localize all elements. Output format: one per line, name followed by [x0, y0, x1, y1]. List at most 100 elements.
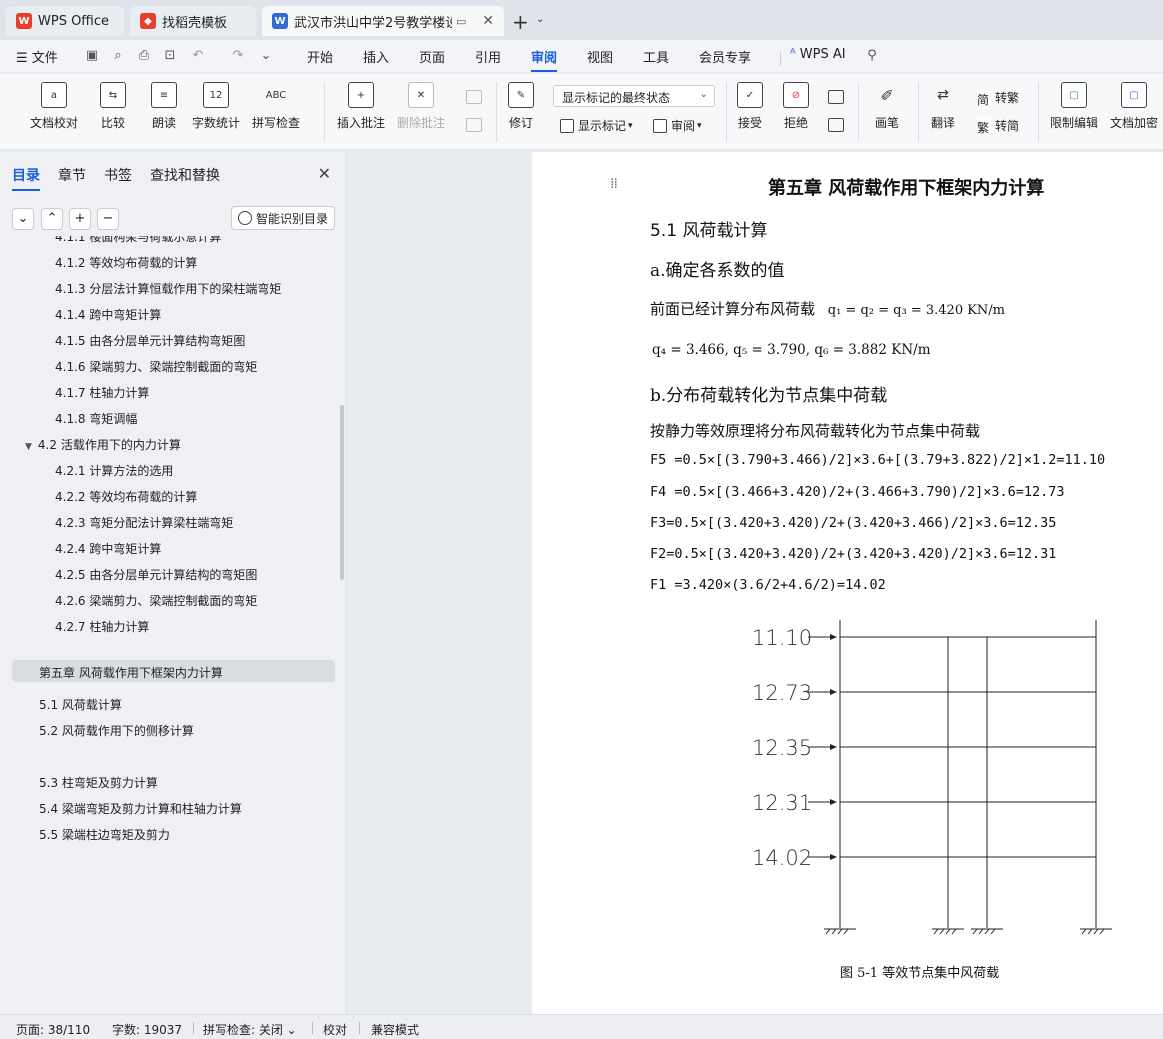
toc-item[interactable]: 4.1.6 梁端剪力、梁端控制截面的弯矩 [55, 358, 257, 375]
spell-check-status[interactable]: 拼写检查: 关闭 ⌄ [203, 1021, 297, 1038]
menu-view[interactable]: 视图 [587, 47, 613, 66]
divider [780, 52, 781, 66]
toc-item[interactable]: 4.2.7 柱轴力计算 [55, 618, 149, 635]
pen-button[interactable]: ✐ 画笔 [874, 82, 900, 131]
toc-item[interactable]: 5.2 风荷载作用下的侧移计算 [39, 722, 194, 739]
to-traditional-button[interactable]: 简 转繁 [977, 89, 1019, 107]
spell-check-button[interactable]: ABC 拼写检查 [252, 82, 300, 131]
wps-ai-button[interactable]: ᴬ WPS AI [790, 47, 846, 62]
menu-reference[interactable]: 引用 [475, 47, 501, 66]
proofread-button[interactable]: a 文档校对 [30, 82, 78, 131]
tab-sections[interactable]: 章节 [58, 165, 86, 185]
subsection-b: b.分布荷载转化为节点集中荷载 [650, 386, 888, 406]
next-comment-icon[interactable] [466, 118, 482, 132]
toc-item[interactable]: 4.1.1 楼面构架与荷载示意计算 [55, 236, 221, 245]
search-icon[interactable]: ⚲ [864, 48, 880, 64]
show-markup-button[interactable]: 显示标记 ▾ [560, 117, 633, 134]
toc-item[interactable]: 4.1.8 弯矩调幅 [55, 410, 137, 427]
toc-item[interactable]: 4.1.4 跨中弯矩计算 [55, 306, 161, 323]
status-bar: 页面: 38/110 字数: 19037 拼写检查: 关闭 ⌄ 校对 兼容模式 [0, 1014, 1163, 1039]
formula-f3: F3=0.5×[(3.420+3.420)/2+(3.420+3.466)/2]… [650, 515, 1057, 531]
tab-toc[interactable]: 目录 [12, 165, 40, 191]
save-icon[interactable]: ▣ [84, 48, 100, 64]
translate-button[interactable]: ⇄ 翻译 [930, 82, 956, 131]
toc-item[interactable]: 4.1.2 等效均布荷载的计算 [55, 254, 197, 271]
review-pane-button[interactable]: 审阅 ▾ [653, 117, 702, 134]
toc-item[interactable]: 4.2.1 计算方法的选用 [55, 462, 173, 479]
restrict-edit-button[interactable]: ▢ 限制编辑 [1050, 82, 1098, 131]
tab-document[interactable]: W 武汉市洪山中学2号教学楼设计 ▭ ✕ [262, 6, 504, 36]
close-icon[interactable]: ✕ [318, 164, 331, 183]
read-aloud-button[interactable]: ≡ 朗读 [151, 82, 177, 131]
insert-comment-button[interactable]: + 插入批注 [337, 82, 385, 131]
delete-comment-icon: ✕ [408, 82, 434, 108]
menu-tools[interactable]: 工具 [643, 47, 669, 66]
word-count-icon: 12 [203, 82, 229, 108]
chevron-down-icon[interactable]: ⌄ [536, 14, 544, 25]
collapse-up-button[interactable]: ⌃ [41, 208, 63, 230]
proofread-label: 文档校对 [30, 116, 79, 130]
file-menu[interactable]: ☰ 文件 [16, 47, 58, 66]
tab-wps-office[interactable]: W WPS Office [6, 6, 124, 36]
load-value-label: 12.73 [752, 681, 812, 705]
divider [359, 1022, 360, 1034]
previous-change-icon[interactable] [828, 90, 844, 104]
smart-toc-button[interactable]: 智能识别目录 [231, 206, 335, 230]
tab-docer-templates[interactable]: ◆ 找稻壳模板 [130, 6, 256, 36]
to-simplified-button[interactable]: 繁 转简 [977, 117, 1019, 135]
reject-button[interactable]: ⊘ 拒绝 [783, 82, 809, 131]
load-value-label: 11.10 [752, 626, 812, 650]
remove-heading-button[interactable]: − [97, 208, 119, 230]
add-heading-button[interactable]: + [69, 208, 91, 230]
word-count-button[interactable]: 12 字数统计 [192, 82, 240, 131]
toc-item[interactable]: 4.1.3 分层法计算恒载作用下的梁柱端弯矩 [55, 280, 281, 297]
tab-find-replace[interactable]: 查找和替换 [150, 165, 220, 185]
menu-member[interactable]: 会员专享 [699, 47, 751, 66]
next-change-icon[interactable] [828, 118, 844, 132]
accept-button[interactable]: ✓ 接受 [737, 82, 763, 131]
toc-item[interactable]: 4.2.2 等效均布荷载的计算 [55, 488, 197, 505]
toc-item[interactable]: 4.2.5 由各分层单元计算结构的弯矩图 [55, 566, 257, 583]
toc-item[interactable]: 5.3 柱弯矩及剪力计算 [39, 774, 158, 791]
revise-button[interactable]: ✎ 修订 [508, 82, 534, 131]
encrypt-button[interactable]: ▢ 文档加密 [1110, 82, 1158, 131]
collapse-down-button[interactable]: ⌄ [12, 208, 34, 230]
menu-review[interactable]: 审阅 [531, 47, 558, 72]
undo-icon[interactable]: ↶ [190, 48, 206, 64]
toc-item[interactable]: 5.5 梁端柱边弯矩及剪力 [39, 826, 170, 843]
delete-comment-button[interactable]: ✕ 删除批注 [397, 82, 445, 131]
toc-item[interactable]: 5.4 梁端弯矩及剪力计算和柱轴力计算 [39, 800, 242, 817]
expand-arrow-icon[interactable]: ▼ [25, 442, 32, 452]
menu-page[interactable]: 页面 [419, 47, 445, 66]
menu-start[interactable]: 开始 [307, 47, 333, 66]
document-page[interactable]: ⁞⁞ 第五章 风荷载作用下框架内力计算 5.1 风荷载计算 a.确定各系数的值 … [532, 152, 1163, 1014]
figure-caption: 图 5-1 等效节点集中风荷载 [840, 966, 1000, 981]
chevron-down-icon[interactable]: ⌄ [258, 48, 274, 64]
toc-item[interactable]: 4.2.6 梁端剪力、梁端控制截面的弯矩 [55, 592, 257, 609]
toc-item-selected[interactable]: 第五章 风荷载作用下框架内力计算 [12, 660, 335, 682]
redo-icon[interactable]: ↷ [230, 48, 246, 64]
toc-item[interactable]: 4.2.3 弯矩分配法计算梁柱端弯矩 [55, 514, 233, 531]
toc-item[interactable]: 4.2.4 跨中弯矩计算 [55, 540, 161, 557]
toc-item[interactable]: 4.1.7 柱轴力计算 [55, 384, 149, 401]
proof-status[interactable]: 校对 [323, 1021, 347, 1038]
previous-comment-icon[interactable] [466, 90, 482, 104]
scrollbar[interactable] [340, 405, 344, 580]
print-preview-icon[interactable]: ⊡ [162, 48, 178, 64]
toc-item[interactable]: 5.1 风荷载计算 [39, 696, 122, 713]
word-count[interactable]: 字数: 19037 [112, 1021, 182, 1038]
share-icon[interactable]: ⌕ [110, 48, 126, 64]
toc-item[interactable]: 4.1.5 由各分层单元计算结构弯矩图 [55, 332, 245, 349]
print-icon[interactable]: ⎙ [136, 48, 152, 64]
page-indicator[interactable]: 页面: 38/110 [16, 1021, 90, 1038]
menu-insert[interactable]: 插入 [363, 47, 389, 66]
arrow-head [830, 744, 837, 750]
tab-bookmarks[interactable]: 书签 [104, 165, 132, 185]
drag-handle-icon[interactable]: ⁞⁞ [610, 176, 618, 192]
markup-state-select[interactable]: 显示标记的最终状态 ⌄ [553, 85, 715, 107]
new-tab-button[interactable]: + [512, 10, 529, 34]
formula-f1: F1 =3.420×(3.6/2+4.6/2)=14.02 [650, 577, 886, 593]
toc-item[interactable]: ▼ 4.2 活载作用下的内力计算 [25, 436, 181, 453]
close-icon[interactable]: ✕ [482, 13, 494, 29]
compare-button[interactable]: ⇆ 比较 [100, 82, 126, 131]
